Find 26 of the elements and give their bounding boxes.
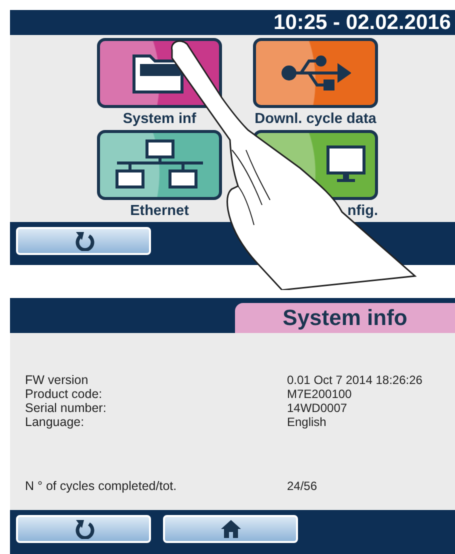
info-label: Language:: [25, 415, 86, 429]
info-label: FW version: [25, 373, 90, 387]
screen-title: System info: [235, 303, 455, 333]
info-label: Product code:: [25, 387, 104, 401]
menu-tile[interactable]: [97, 130, 222, 200]
rotate-arrow-icon: [72, 231, 94, 252]
clock: 10:25 - 02.02.2016: [274, 10, 451, 35]
back-button[interactable]: [16, 515, 151, 543]
info-value: M7E200100: [287, 387, 353, 401]
home-button[interactable]: [163, 515, 298, 543]
usb-icon: [280, 53, 350, 94]
network-icon: [114, 139, 204, 192]
info-label: Serial number:: [25, 401, 108, 415]
info-value: 14WD0007: [287, 401, 348, 415]
tile-label: Ethernet: [130, 202, 189, 222]
rotate-arrow-icon: [72, 519, 94, 539]
info-value: 0.01 Oct 7 2014 18:26:26: [287, 373, 424, 387]
info-value: 24/56: [287, 479, 318, 493]
tile-label: nfig.: [347, 202, 378, 222]
tile-label: System inf: [122, 110, 196, 130]
menu-tile[interactable]: [253, 38, 378, 108]
home-icon: [220, 519, 242, 539]
tile-label: Downl. cycle data: [254, 110, 376, 130]
back-button[interactable]: [16, 227, 151, 256]
info-label: N ° of cycles completed/tot.: [25, 479, 178, 493]
info-value: English: [287, 415, 328, 429]
